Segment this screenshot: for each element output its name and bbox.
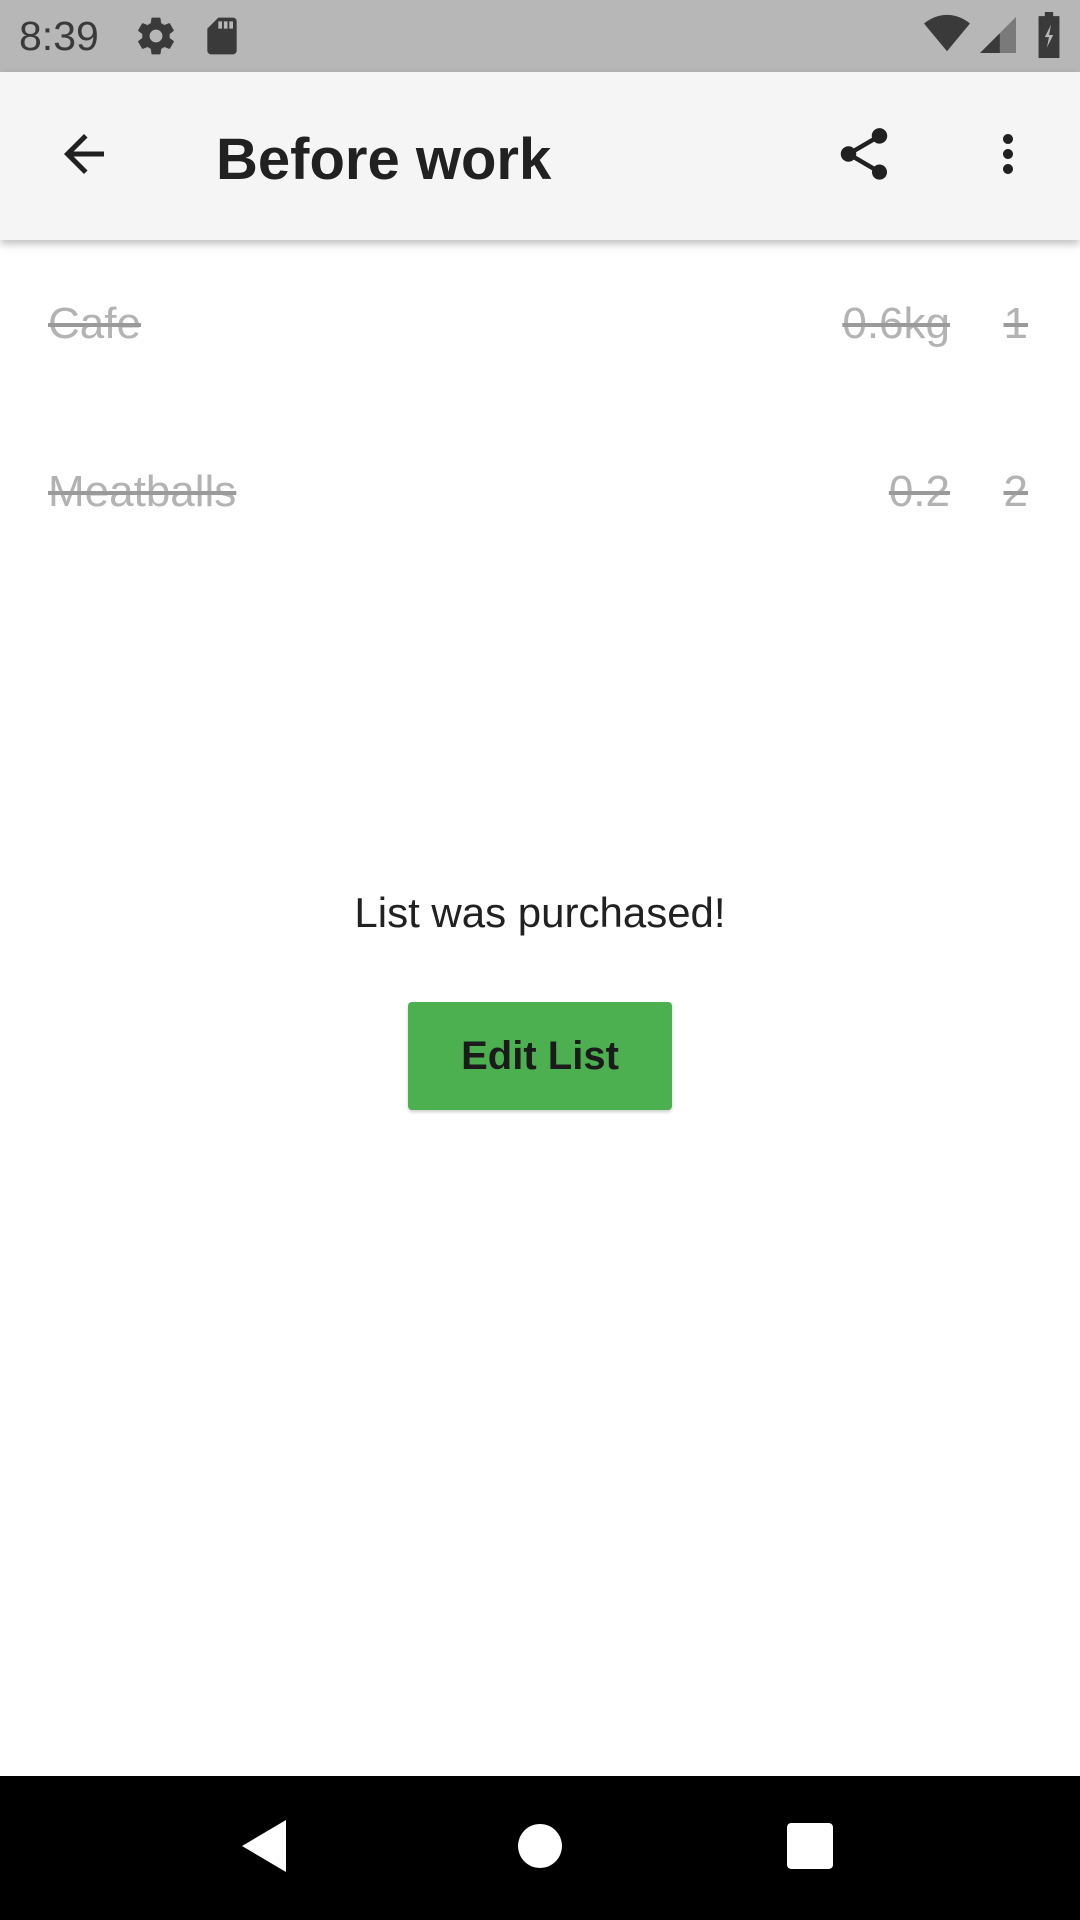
item-quantity: 1 — [1003, 299, 1028, 348]
app-bar: Before work — [0, 72, 1080, 240]
item-amount: 0.2 — [888, 467, 950, 516]
edit-list-button[interactable]: Edit List — [408, 1002, 672, 1110]
more-vert-icon — [978, 124, 1038, 189]
nav-recents-icon — [787, 1822, 833, 1874]
share-button[interactable] — [816, 108, 912, 204]
nav-recents-button[interactable] — [774, 1812, 846, 1884]
shopping-list: Cafe 0.6kg 1 Meatballs 0.2 2 — [0, 240, 1080, 576]
settings-icon — [134, 14, 178, 63]
list-item[interactable]: Cafe 0.6kg 1 — [0, 240, 1080, 408]
status-bar: 8:39 — [0, 0, 1080, 72]
more-options-button[interactable] — [960, 108, 1056, 204]
wifi-icon — [924, 14, 970, 59]
battery-icon — [1036, 12, 1062, 63]
sd-card-icon — [200, 14, 244, 63]
item-quantity: 2 — [1003, 467, 1028, 516]
share-icon — [833, 123, 895, 190]
item-name: Cafe — [48, 299, 141, 348]
nav-back-icon — [242, 1819, 290, 1877]
system-nav-bar — [0, 1776, 1080, 1920]
nav-home-button[interactable] — [504, 1812, 576, 1884]
back-button[interactable] — [36, 108, 132, 204]
status-time: 8:39 — [19, 13, 99, 59]
nav-home-icon — [518, 1823, 562, 1873]
item-name: Meatballs — [48, 467, 237, 516]
page-title: Before work — [216, 127, 552, 192]
nav-back-button[interactable] — [230, 1812, 302, 1884]
signal-icon — [980, 16, 1016, 59]
list-item[interactable]: Meatballs 0.2 2 — [0, 408, 1080, 576]
item-amount: 0.6kg — [842, 299, 950, 348]
purchased-message: List was purchased! — [354, 889, 726, 936]
back-arrow-icon — [54, 124, 114, 189]
